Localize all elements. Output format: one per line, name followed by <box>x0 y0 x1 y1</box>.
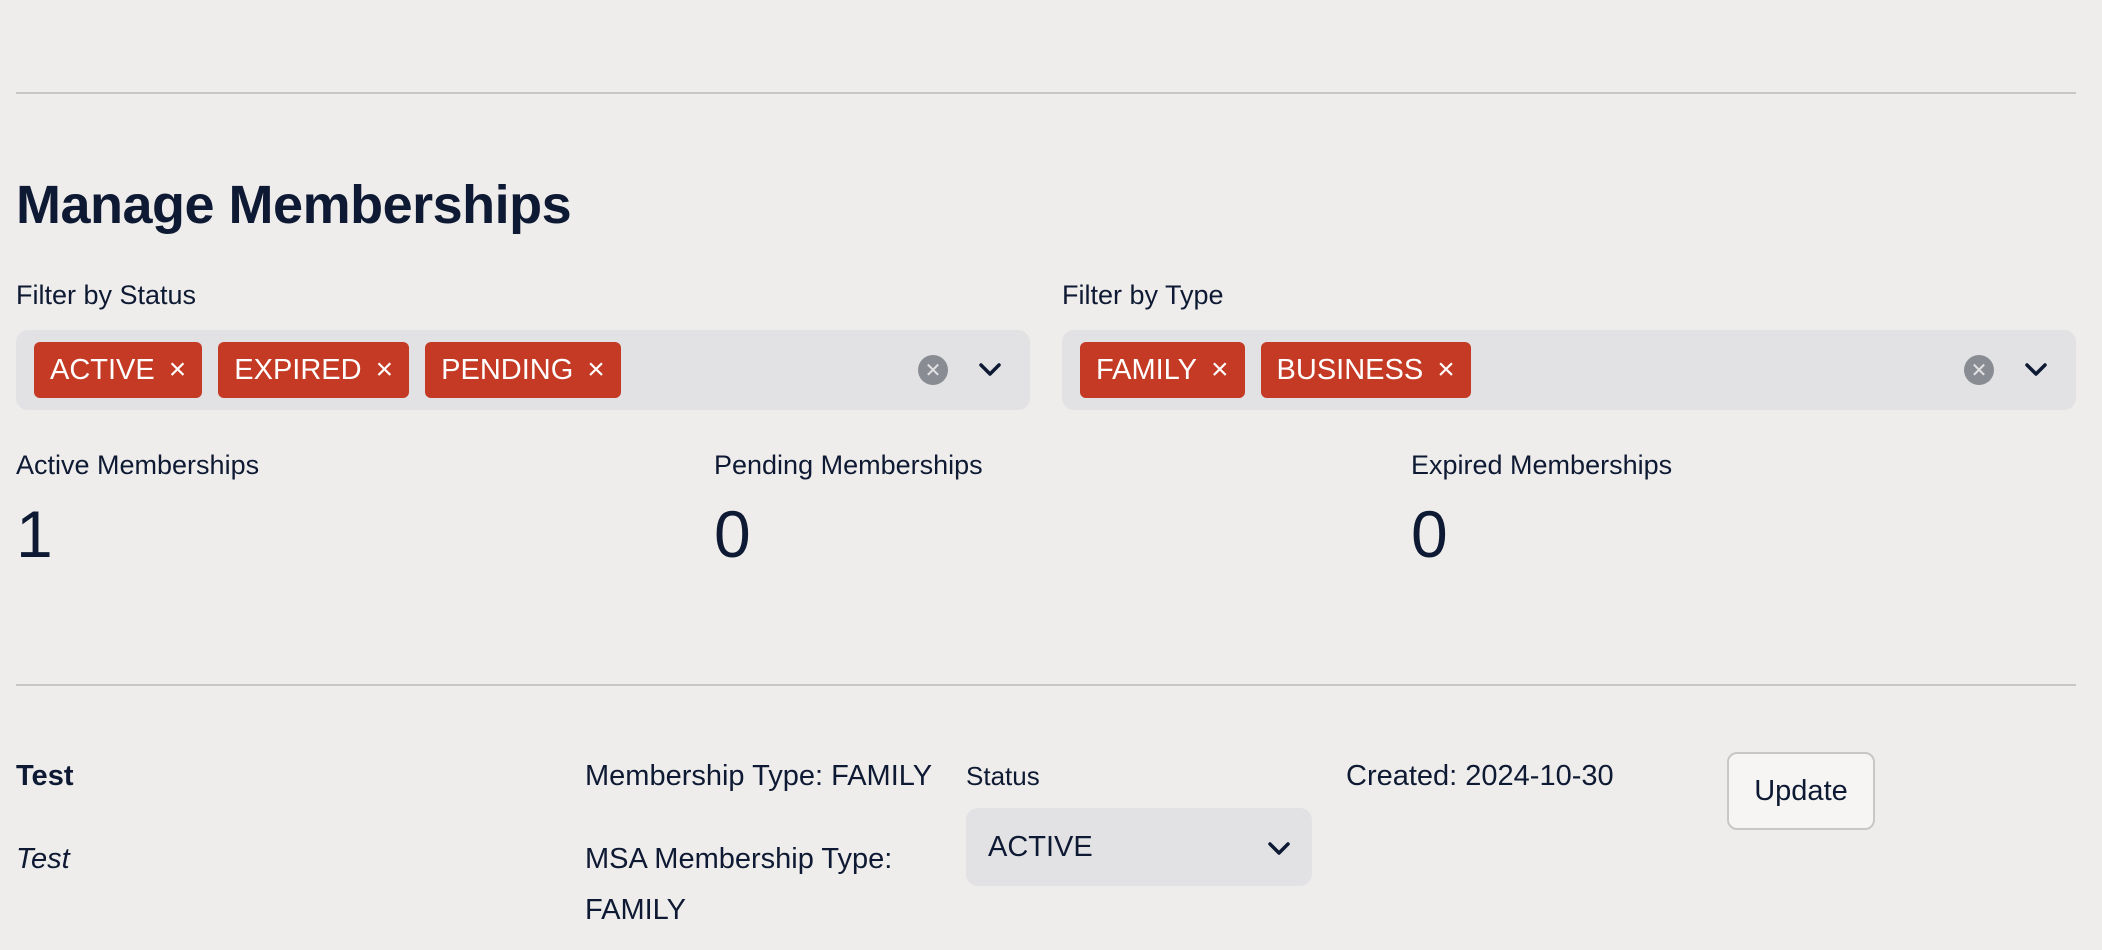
type-filter-label: Filter by Type <box>1062 280 1224 310</box>
status-chip-pending: PENDING × <box>425 342 621 398</box>
active-memberships-label: Active Memberships <box>16 450 260 480</box>
page-title: Manage Memberships <box>16 175 572 235</box>
close-icon[interactable]: × <box>1211 355 1229 385</box>
clear-circle-icon[interactable]: ✕ <box>1964 355 1994 385</box>
chevron-down-icon <box>1268 831 1290 864</box>
chevron-down-icon[interactable] <box>2016 363 2056 377</box>
pending-memberships-value: 0 <box>714 497 751 571</box>
msa-membership-type-value: FAMILY <box>585 894 686 926</box>
membership-name: Test <box>16 760 74 792</box>
type-filter-multiselect[interactable]: FAMILY × BUSINESS × ✕ <box>1062 330 2076 410</box>
status-label: Status <box>966 761 1040 791</box>
chip-label: ACTIVE <box>50 353 155 386</box>
type-chip-business: BUSINESS × <box>1260 342 1471 398</box>
section-divider <box>16 684 2076 686</box>
top-divider <box>16 92 2076 94</box>
expired-memberships-value: 0 <box>1411 497 1448 571</box>
status-select-value: ACTIVE <box>988 830 1093 863</box>
update-button[interactable]: Update <box>1727 752 1875 830</box>
chip-label: PENDING <box>441 353 574 386</box>
close-icon[interactable]: × <box>587 355 605 385</box>
close-icon[interactable]: × <box>169 355 187 385</box>
membership-type: Membership Type: FAMILY <box>585 760 933 792</box>
chip-label: EXPIRED <box>234 353 362 386</box>
chip-label: FAMILY <box>1096 353 1197 386</box>
expired-memberships-label: Expired Memberships <box>1411 450 1673 480</box>
msa-membership-type-label: MSA Membership Type: <box>585 843 893 875</box>
status-select[interactable]: ACTIVE <box>966 808 1312 886</box>
created-date: Created: 2024-10-30 <box>1346 760 1614 792</box>
status-filter-multiselect[interactable]: ACTIVE × EXPIRED × PENDING × ✕ <box>16 330 1030 410</box>
active-memberships-value: 1 <box>16 497 53 571</box>
type-chip-family: FAMILY × <box>1080 342 1245 398</box>
chip-label: BUSINESS <box>1276 353 1424 386</box>
close-icon[interactable]: × <box>1437 355 1455 385</box>
status-filter-label: Filter by Status <box>16 280 197 310</box>
membership-description: Test <box>16 843 70 875</box>
close-icon[interactable]: × <box>376 355 394 385</box>
status-chip-expired: EXPIRED × <box>218 342 410 398</box>
status-chip-active: ACTIVE × <box>34 342 203 398</box>
chevron-down-icon[interactable] <box>970 363 1010 377</box>
pending-memberships-label: Pending Memberships <box>714 450 983 480</box>
clear-circle-icon[interactable]: ✕ <box>918 355 948 385</box>
